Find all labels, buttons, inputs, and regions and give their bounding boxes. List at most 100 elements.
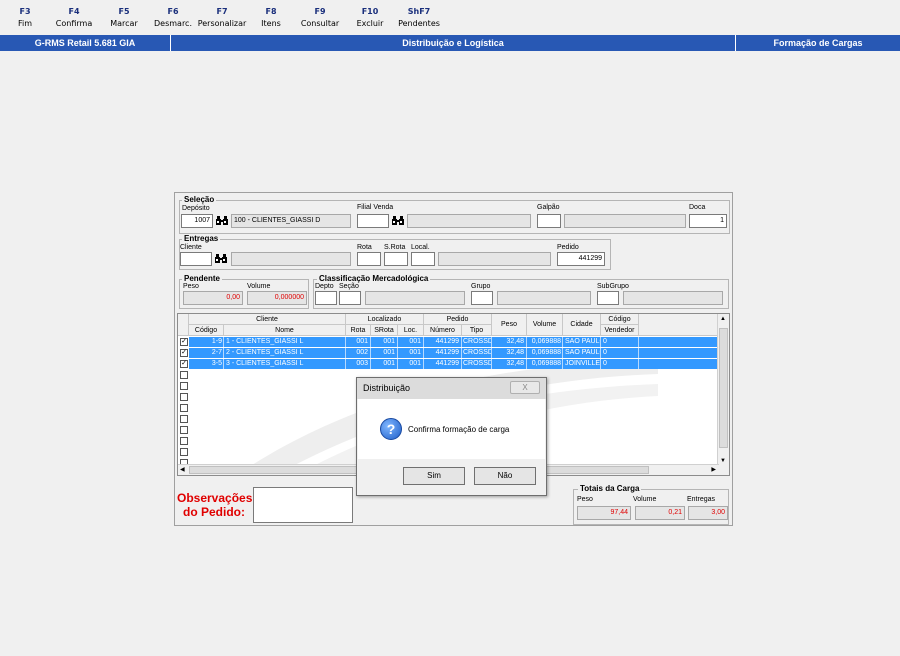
vertical-scroll-thumb[interactable]	[719, 328, 728, 448]
fkey-itens[interactable]: F8 Itens	[254, 0, 288, 35]
dialog-close-button[interactable]: X	[510, 381, 540, 394]
question-icon: ?	[380, 418, 402, 440]
subgrupo-input[interactable]	[597, 291, 619, 305]
fkey-label: Pendentes	[398, 19, 440, 28]
binoculars-icon[interactable]	[214, 253, 228, 265]
module-title: Distribuição e Logística	[402, 38, 504, 48]
cell-srota: 001	[371, 337, 398, 347]
local-input[interactable]	[411, 252, 435, 266]
fkey-personalizar[interactable]: F7 Personalizar	[196, 0, 248, 35]
secao-input[interactable]	[339, 291, 361, 305]
col-header-volume[interactable]: Volume	[527, 314, 563, 336]
table-row[interactable]: 1-9 1 - CLIENTES_GIASSI L 001 001 001 44…	[189, 337, 719, 347]
doca-input[interactable]: 1	[689, 214, 727, 228]
table-row[interactable]: 3-5 3 - CLIENTES_GIASSI L 003 001 001 44…	[189, 359, 719, 369]
fkey-pendentes[interactable]: ShF7 Pendentes	[396, 0, 442, 35]
col-header-srota[interactable]: SRota	[371, 325, 398, 336]
fkey-consultar[interactable]: F9 Consultar	[298, 0, 342, 35]
filial-label: Filial Venda	[357, 204, 394, 211]
row-checkbox[interactable]	[180, 448, 188, 456]
cell-nome: 1 - CLIENTES_GIASSI L	[224, 337, 346, 347]
vertical-scrollbar[interactable]: ▲ ▼	[717, 314, 729, 475]
col-header-vendedor[interactable]: Vendedor	[601, 325, 639, 336]
fkey-label: Marcar	[110, 19, 138, 28]
col-header-numero[interactable]: Número	[424, 325, 462, 336]
row-checkbox[interactable]	[180, 426, 188, 434]
fkey-excluir[interactable]: F10 Excluir	[350, 0, 390, 35]
dialog-body: ? Confirma formação de carga	[358, 399, 545, 459]
dialog-message: Confirma formação de carga	[408, 425, 510, 434]
pendente-volume-label: Volume	[247, 283, 271, 290]
scroll-up-icon[interactable]: ▲	[720, 316, 726, 322]
cell-rota: 002	[346, 348, 371, 358]
totais-peso-value: 97,44	[577, 506, 631, 520]
cell-vendedor: 0	[601, 337, 639, 347]
confirm-dialog: Distribuição X ? Confirma formação de ca…	[356, 377, 547, 496]
depto-input[interactable]	[315, 291, 337, 305]
dialog-title: Distribuição	[363, 383, 411, 393]
cell-vendedor: 0	[601, 359, 639, 369]
cell-cidade: SAO PAULO	[565, 337, 601, 347]
binoculars-icon[interactable]	[215, 215, 229, 227]
scroll-down-icon[interactable]: ▼	[720, 458, 726, 464]
col-header-codigo[interactable]: Código	[189, 325, 224, 336]
cliente-input[interactable]	[180, 252, 212, 266]
grupo-input[interactable]	[471, 291, 493, 305]
fkey-label: Personalizar	[197, 19, 247, 28]
row-checkbox[interactable]: ✓	[180, 360, 188, 368]
col-header-nome[interactable]: Nome	[224, 325, 346, 336]
local-label: Local.	[411, 244, 430, 251]
fkey-confirma[interactable]: F4 Confirma	[52, 0, 96, 35]
cell-volume: 0,069888	[527, 337, 563, 347]
cell-numero: 441299	[424, 348, 462, 358]
row-checkbox[interactable]	[180, 404, 188, 412]
table-row[interactable]: 2-7 2 - CLIENTES_GIASSI L 002 001 001 44…	[189, 348, 719, 358]
pedido-input[interactable]: 441299	[557, 252, 605, 266]
entregas-legend: Entregas	[182, 234, 221, 243]
row-checkbox[interactable]: ✓	[180, 349, 188, 357]
binoculars-icon[interactable]	[391, 215, 405, 227]
fkey-marcar[interactable]: F5 Marcar	[104, 0, 144, 35]
cell-rota: 001	[346, 337, 371, 347]
rota-input[interactable]	[357, 252, 381, 266]
sim-button[interactable]: Sim	[403, 467, 465, 485]
deposito-input[interactable]: 1007	[181, 214, 213, 228]
filial-input[interactable]	[357, 214, 389, 228]
cell-cidade: JOINVILLE	[565, 359, 601, 369]
cell-srota: 001	[371, 359, 398, 369]
scroll-left-icon[interactable]: ◀	[180, 466, 185, 473]
srota-input[interactable]	[384, 252, 408, 266]
galpao-input[interactable]	[537, 214, 561, 228]
cell-cidade: SAO PAULO	[565, 348, 601, 358]
local-name-field	[438, 252, 551, 266]
col-header-tipo[interactable]: Tipo	[462, 325, 492, 336]
col-header-peso[interactable]: Peso	[492, 314, 527, 336]
fkey-label: Itens	[261, 19, 281, 28]
col-header-rota[interactable]: Rota	[346, 325, 371, 336]
row-checkbox[interactable]: ✓	[180, 338, 188, 346]
row-checkbox[interactable]	[180, 393, 188, 401]
col-header-cidade[interactable]: Cidade	[563, 314, 601, 336]
col-header-empty	[639, 314, 719, 336]
fkey-code: F7	[216, 7, 228, 16]
row-checkbox[interactable]	[180, 415, 188, 423]
observacoes-label-line1: Observações	[177, 491, 253, 505]
row-checkbox[interactable]	[180, 371, 188, 379]
observacoes-textarea[interactable]	[253, 487, 353, 523]
cell-nome: 2 - CLIENTES_GIASSI L	[224, 348, 346, 358]
scroll-right-icon[interactable]: ▶	[711, 466, 716, 473]
row-checkbox[interactable]	[180, 382, 188, 390]
deposito-label: Depósito	[182, 205, 210, 212]
cell-codigo: 2-7	[189, 348, 224, 358]
function-key-bar: F3 Fim F4 Confirma F5 Marcar F6 Desmarc. F7 P…	[0, 0, 900, 35]
totais-volume-label: Volume	[633, 496, 657, 503]
col-header-loc[interactable]: Loc.	[398, 325, 424, 336]
row-checkbox[interactable]	[180, 437, 188, 445]
totais-entregas-value: 3,00	[688, 506, 728, 520]
title-bar: G-RMS Retail 5.681 GIA Distribuição e Lo…	[0, 35, 900, 51]
nao-button[interactable]: Não	[474, 467, 536, 485]
classificacao-legend: Classificação Mercadológica	[317, 274, 431, 283]
fkey-desmarc[interactable]: F6 Desmarc.	[150, 0, 196, 35]
fkey-label: Excluir	[356, 19, 384, 28]
fkey-fim[interactable]: F3 Fim	[8, 0, 42, 35]
